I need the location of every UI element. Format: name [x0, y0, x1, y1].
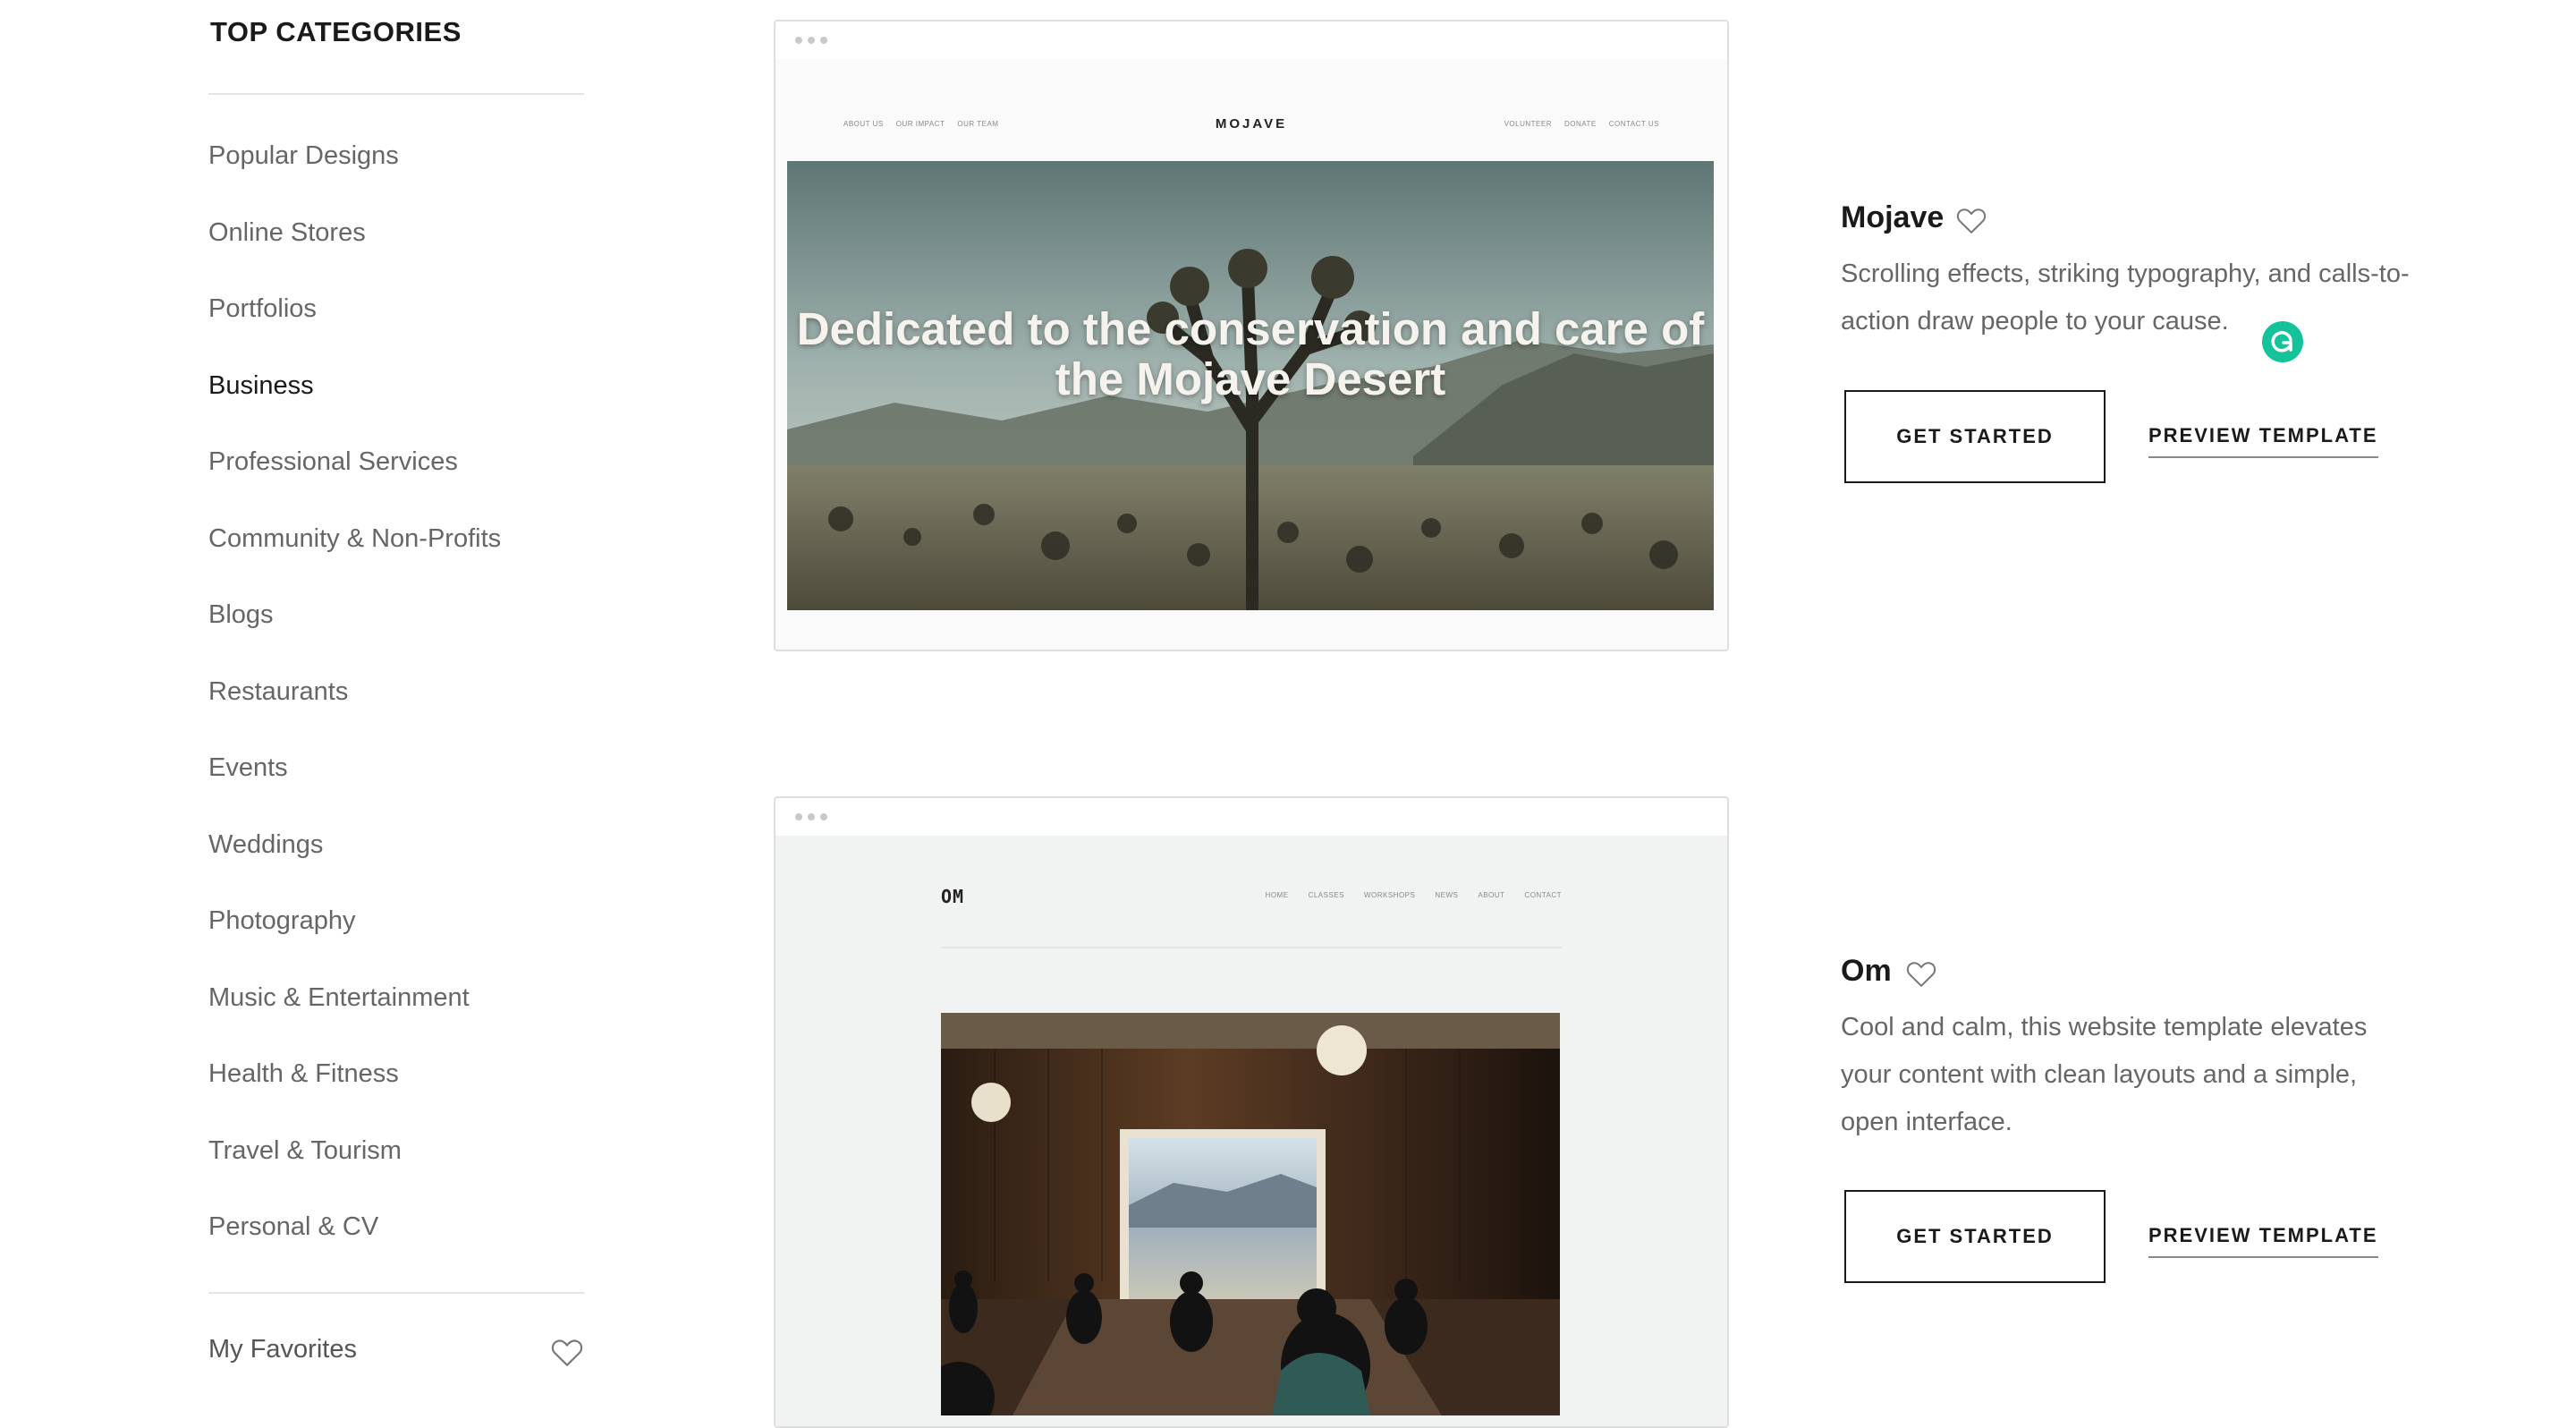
sidebar-item-portfolios[interactable]: Portfolios — [208, 294, 317, 324]
preview-template-link[interactable]: PREVIEW TEMPLATE — [2148, 424, 2378, 458]
om-nav: HOME CLASSES WORKSHOPS NEWS ABOUT CONTAC… — [1266, 891, 1562, 899]
mojave-hero-headline: Dedicated to the conservation and care o… — [796, 303, 1705, 404]
grammarly-icon[interactable] — [2261, 320, 2304, 363]
window-dots-icon — [795, 37, 827, 44]
template-description: Scrolling effects, striking typography, … — [1841, 259, 2410, 336]
sidebar-item-events[interactable]: Events — [208, 753, 288, 783]
mojave-nav-right: VOLUNTEER DONATE CONTACT US — [1504, 120, 1659, 128]
om-nav-link: CONTACT — [1524, 891, 1562, 899]
mojave-site-header: ABOUT US OUR IMPACT OUR TEAM MOJAVE VOLU… — [775, 59, 1727, 161]
my-favorites-label: My Favorites — [208, 1335, 357, 1364]
window-dots-icon — [795, 813, 827, 820]
om-nav-link: ABOUT — [1478, 891, 1505, 899]
sidebar-item-blogs[interactable]: Blogs — [208, 600, 274, 630]
sidebar-item-photography[interactable]: Photography — [208, 906, 355, 936]
sidebar-item-community-non-profits[interactable]: Community & Non-Profits — [208, 524, 501, 554]
template-name: Om — [1841, 954, 1892, 988]
om-nav-link: NEWS — [1435, 891, 1459, 899]
sidebar-item-restaurants[interactable]: Restaurants — [208, 677, 348, 707]
sidebar-item-weddings[interactable]: Weddings — [208, 830, 323, 860]
mojave-nav-link: DONATE — [1563, 120, 1597, 128]
sidebar-item-professional-services[interactable]: Professional Services — [208, 447, 458, 477]
mojave-hero-image: Dedicated to the conservation and care o… — [787, 161, 1714, 610]
get-started-button[interactable]: GET STARTED — [1844, 390, 2106, 483]
sidebar-item-health-fitness[interactable]: Health & Fitness — [208, 1059, 399, 1089]
om-nav-link: WORKSHOPS — [1363, 891, 1416, 899]
sidebar-divider-bottom — [208, 1292, 584, 1294]
sidebar-divider-top — [208, 93, 584, 95]
om-hero-image — [941, 1013, 1560, 1415]
mojave-template-preview[interactable]: ABOUT US OUR IMPACT OUR TEAM MOJAVE VOLU… — [774, 20, 1729, 651]
mojave-nav-link: VOLUNTEER — [1504, 120, 1552, 128]
om-template-preview[interactable]: OM HOME CLASSES WORKSHOPS NEWS ABOUT CON… — [774, 796, 1729, 1428]
favorite-heart-icon[interactable] — [1955, 206, 1987, 234]
favorite-heart-icon[interactable] — [1905, 959, 1937, 988]
sidebar-item-personal-cv[interactable]: Personal & CV — [208, 1212, 378, 1242]
get-started-button[interactable]: GET STARTED — [1844, 1190, 2106, 1283]
om-site-page: OM HOME CLASSES WORKSHOPS NEWS ABOUT CON… — [775, 836, 1727, 1426]
om-header-divider — [941, 947, 1562, 948]
om-template-info: Om Cool and calm, this website template … — [1841, 954, 2413, 1294]
sidebar-item-music-entertainment[interactable]: Music & Entertainment — [208, 983, 470, 1013]
browser-chrome-bar — [775, 21, 1727, 61]
heart-outline-icon — [551, 1339, 583, 1366]
my-favorites-link[interactable]: My Favorites — [208, 1331, 584, 1373]
preview-template-link[interactable]: PREVIEW TEMPLATE — [2148, 1224, 2378, 1258]
mojave-template-info: Mojave Scrolling effects, striking typog… — [1841, 200, 2413, 487]
sidebar-item-business[interactable]: Business — [208, 371, 314, 401]
sidebar-item-online-stores[interactable]: Online Stores — [208, 218, 366, 248]
sidebar-title: TOP CATEGORIES — [210, 16, 462, 47]
om-nav-link: HOME — [1265, 891, 1289, 899]
om-nav-link: CLASSES — [1308, 891, 1344, 899]
template-description: Cool and calm, this website template ele… — [1841, 1013, 2368, 1136]
sidebar-item-popular-designs[interactable]: Popular Designs — [208, 141, 399, 171]
sidebar-item-travel-tourism[interactable]: Travel & Tourism — [208, 1136, 402, 1166]
browser-chrome-bar — [775, 798, 1727, 837]
om-site-logo: OM — [941, 886, 965, 907]
template-name: Mojave — [1841, 200, 1945, 234]
mojave-nav-link: CONTACT US — [1608, 120, 1659, 128]
